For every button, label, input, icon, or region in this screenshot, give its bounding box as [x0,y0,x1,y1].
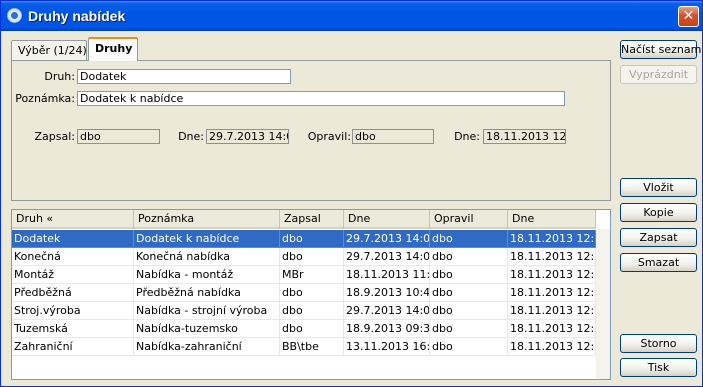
cell-opravil: dbo [430,284,508,302]
tisk-button[interactable]: Tisk [620,358,697,377]
storno-button[interactable]: Storno [620,334,697,353]
cell-poznamka: Nabídka - montáž [134,266,280,284]
cell-poznamka: Nabídka-zahraniční [134,338,280,356]
cell-poznamka: Předběžná nabídka [134,284,280,302]
vlozit-button[interactable]: Vložit [620,178,697,197]
zapsal-field: dbo [77,129,160,144]
cell-opravil: dbo [430,230,508,248]
vertical-scrollbar[interactable] [596,229,610,379]
app-icon [7,8,22,23]
dne-zapsal-field: 29.7.2013 14:05: [206,129,289,144]
zapsat-button[interactable]: Zapsat [620,228,697,247]
cell-zapsal: dbo [280,302,344,320]
cell-druh: Montáž [12,266,134,284]
cell-zapsal: dbo [280,248,344,266]
druh-label: Druh: [44,70,75,83]
opravil-label: Opravil: [307,130,351,143]
vyprazdnit-button[interactable]: Vyprázdnit [620,65,697,84]
cell-poznamka: Nabídka-tuzemsko [134,320,280,338]
cell-dne-opravil: 18.11.2013 12:... [508,338,596,356]
cell-dne-opravil: 18.11.2013 12:... [508,302,596,320]
cell-zapsal: MBr [280,266,344,284]
cell-dne: 29.7.2013 14:0... [344,302,430,320]
cell-zapsal: dbo [280,284,344,302]
column-header-dne[interactable]: Dne [344,210,430,229]
window-title: Druhy nabídek [28,8,126,24]
cell-dne-opravil: 18.11.2013 12:... [508,230,596,248]
cell-druh: Tuzemská [12,320,134,338]
kopie-button[interactable]: Kopie [620,203,697,222]
tab-druhy[interactable]: Druhy [88,37,138,61]
cell-dne-opravil: 18.11.2013 12:... [508,284,596,302]
druh-field[interactable]: Dodatek [77,69,291,84]
nacist-seznam-button[interactable]: Načíst seznam [620,40,701,59]
column-header-opravil[interactable]: Opravil [430,210,508,229]
cell-druh: Předběžná [12,284,134,302]
cell-opravil: dbo [430,266,508,284]
cell-druh: Konečná [12,248,134,266]
dne-opravil-label: Dne: [454,130,480,143]
dne-zapsal-label: Dne: [178,130,204,143]
cell-opravil: dbo [430,248,508,266]
opravil-field: dbo [352,129,434,144]
close-icon: ✕ [682,8,695,24]
close-button[interactable]: ✕ [678,6,699,27]
smazat-button[interactable]: Smazat [620,253,697,272]
column-header-zapsal[interactable]: Zapsal [280,210,344,229]
poznamka-field[interactable]: Dodatek k nabídce [77,91,565,106]
cell-dne-opravil: 18.11.2013 12:... [508,266,596,284]
cell-dne: 29.7.2013 14:0... [344,230,430,248]
cell-zapsal: dbo [280,320,344,338]
cell-poznamka: Dodatek k nabídce [134,230,280,248]
cell-dne: 29.7.2013 14:0... [344,248,430,266]
cell-dne: 18.9.2013 10:4... [344,284,430,302]
cell-dne-opravil: 18.11.2013 12:... [508,248,596,266]
cell-dne: 18.11.2013 11:... [344,266,430,284]
cell-zapsal: dbo [280,230,344,248]
zapsal-label: Zapsal: [34,130,76,143]
cell-opravil: dbo [430,320,508,338]
cell-dne: 13.11.2013 16:... [344,338,430,356]
druhy-table[interactable]: Druh « Poznámka Zapsal Dne Opravil Dne D… [11,209,611,380]
tab-panel-druhy: Druh: Dodatek Poznámka: Dodatek k nabídc… [11,60,611,201]
cell-poznamka: Nabídka - strojní výroba [134,302,280,320]
poznamka-label: Poznámka: [15,92,75,105]
dne-opravil-field: 18.11.2013 12:27 [483,129,566,144]
cell-dne: 18.9.2013 09:3... [344,320,430,338]
column-header-poznamka[interactable]: Poznámka [134,210,280,229]
title-bar[interactable]: Druhy nabídek ✕ [1,1,702,31]
dialog-window: Druhy nabídek ✕ Výběr (1/24) Druhy Druh:… [0,0,703,387]
cell-druh: Dodatek [12,230,134,248]
column-header-dne-opravil[interactable]: Dne [508,210,596,229]
cell-zapsal: BB\tbe [280,338,344,356]
cell-opravil: dbo [430,302,508,320]
cell-poznamka: Konečná nabídka [134,248,280,266]
cell-dne-opravil: 18.11.2013 12:... [508,320,596,338]
cell-opravil: dbo [430,338,508,356]
column-header-druh[interactable]: Druh « [12,210,134,229]
cell-druh: Zahraniční [12,338,134,356]
tab-vyber[interactable]: Výběr (1/24) [11,40,87,60]
cell-druh: Stroj.výroba [12,302,134,320]
